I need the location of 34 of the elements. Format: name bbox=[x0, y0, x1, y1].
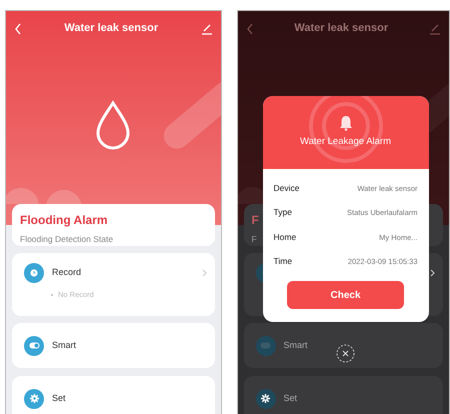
edit-icon[interactable] bbox=[200, 22, 212, 35]
chevron-right-icon bbox=[202, 269, 206, 277]
field-label: Home bbox=[274, 230, 296, 244]
set-label: Set bbox=[52, 392, 66, 405]
card-title: F bbox=[252, 212, 259, 229]
back-icon[interactable] bbox=[246, 22, 254, 36]
clock-icon bbox=[30, 269, 38, 277]
smart-card[interactable]: Smart bbox=[12, 323, 214, 368]
set-card[interactable]: Set bbox=[12, 376, 214, 414]
smart-label: Smart bbox=[284, 338, 308, 352]
card-title: Flooding Alarm bbox=[20, 212, 108, 229]
smart-card[interactable]: Smart bbox=[244, 323, 443, 368]
card-subtitle: F bbox=[252, 233, 257, 246]
screen-title: Water leak sensor bbox=[64, 21, 158, 36]
record-label: Record bbox=[52, 266, 82, 280]
edit-icon[interactable] bbox=[429, 22, 441, 35]
field-label: Time bbox=[274, 255, 292, 268]
dialog-title: Water Leakage Alarm bbox=[300, 135, 391, 150]
settings-icon bbox=[30, 394, 38, 403]
set-label: Set bbox=[284, 392, 298, 405]
toggle-icon bbox=[28, 342, 40, 349]
close-icon[interactable] bbox=[336, 344, 354, 363]
chevron-right-icon bbox=[430, 269, 435, 277]
field-label: Device bbox=[274, 182, 300, 195]
field-label: Type bbox=[274, 206, 292, 220]
toggle-icon bbox=[260, 342, 271, 349]
settings-icon bbox=[261, 394, 270, 403]
set-card[interactable]: Set bbox=[244, 376, 443, 414]
screen-title: Water leak sensor bbox=[294, 21, 388, 36]
water-drop-icon bbox=[94, 100, 132, 150]
smart-label: Smart bbox=[52, 338, 76, 352]
card-subtitle: Flooding Detection State bbox=[20, 233, 114, 246]
check-button[interactable]: Check bbox=[287, 281, 404, 309]
bell-icon bbox=[338, 115, 352, 132]
